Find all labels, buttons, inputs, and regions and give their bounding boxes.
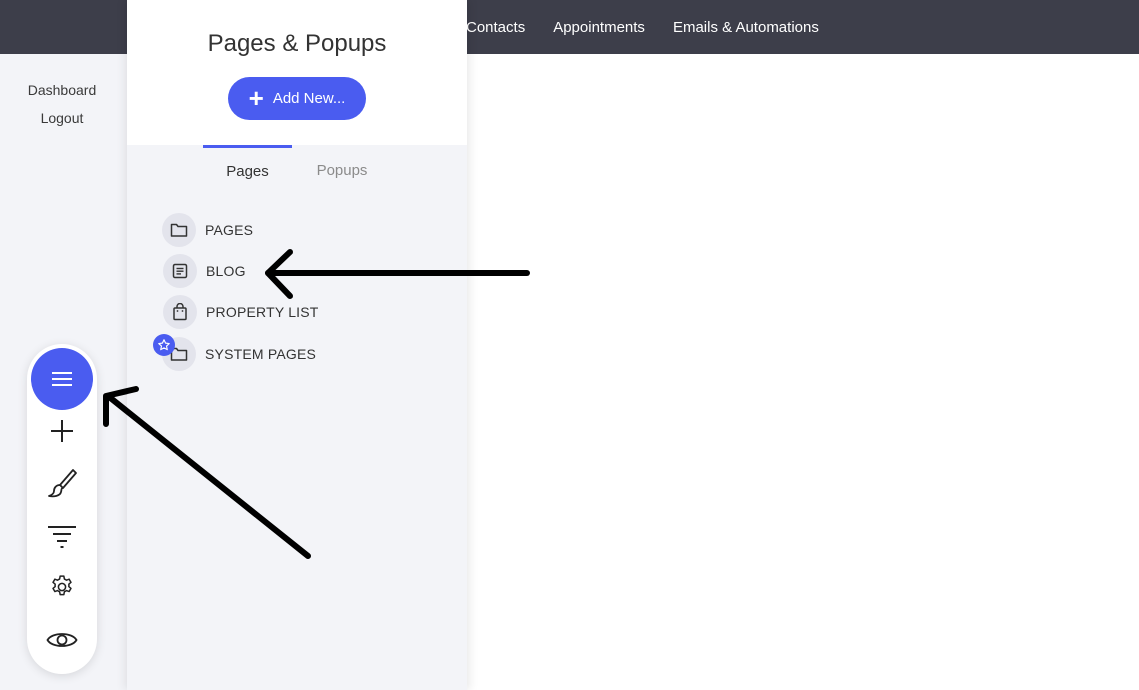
list-item-label: BLOG bbox=[206, 263, 246, 279]
nav-appointments[interactable]: Appointments bbox=[553, 19, 645, 36]
panel-header: Pages & Popups + Add New... bbox=[127, 0, 467, 145]
plus-icon[interactable] bbox=[44, 413, 80, 449]
star-icon bbox=[153, 334, 175, 356]
list-item-label: PROPERTY LIST bbox=[206, 304, 319, 320]
list-item-blog[interactable]: BLOG bbox=[163, 254, 246, 288]
sidebar-link-logout[interactable]: Logout bbox=[0, 110, 124, 126]
tab-popups[interactable]: Popups bbox=[297, 145, 387, 195]
plus-icon: + bbox=[248, 82, 264, 113]
nav-contacts[interactable]: Contacts bbox=[466, 19, 525, 36]
list-item-label: PAGES bbox=[205, 222, 254, 238]
folder-icon bbox=[162, 213, 196, 247]
list-item-pages[interactable]: PAGES bbox=[162, 213, 253, 247]
list-item-property-list[interactable]: PROPERTY LIST bbox=[163, 295, 319, 329]
floating-toolbar bbox=[27, 344, 97, 674]
tab-pages[interactable]: Pages bbox=[203, 145, 292, 195]
add-new-label: Add New... bbox=[272, 90, 346, 107]
gear-icon[interactable] bbox=[44, 569, 80, 605]
menu-icon[interactable] bbox=[31, 348, 93, 410]
panel-title: Pages & Popups bbox=[207, 30, 387, 57]
filter-icon[interactable] bbox=[44, 518, 80, 554]
eye-icon[interactable] bbox=[44, 622, 80, 658]
nav-emails-automations[interactable]: Emails & Automations bbox=[673, 19, 819, 36]
list-item-system-pages[interactable]: SYSTEM PAGES bbox=[162, 337, 316, 371]
sidebar-link-dashboard[interactable]: Dashboard bbox=[0, 82, 124, 98]
add-new-button[interactable]: + Add New... bbox=[228, 77, 366, 120]
list-item-label: SYSTEM PAGES bbox=[205, 346, 317, 362]
pages-popups-panel: Pages & Popups + Add New... Pages Popups… bbox=[127, 0, 467, 690]
shopping-bag-icon bbox=[163, 295, 197, 329]
article-icon bbox=[163, 254, 197, 288]
brush-icon[interactable] bbox=[44, 465, 80, 501]
top-navigation: Contacts Appointments Emails & Automatio… bbox=[466, 0, 819, 54]
